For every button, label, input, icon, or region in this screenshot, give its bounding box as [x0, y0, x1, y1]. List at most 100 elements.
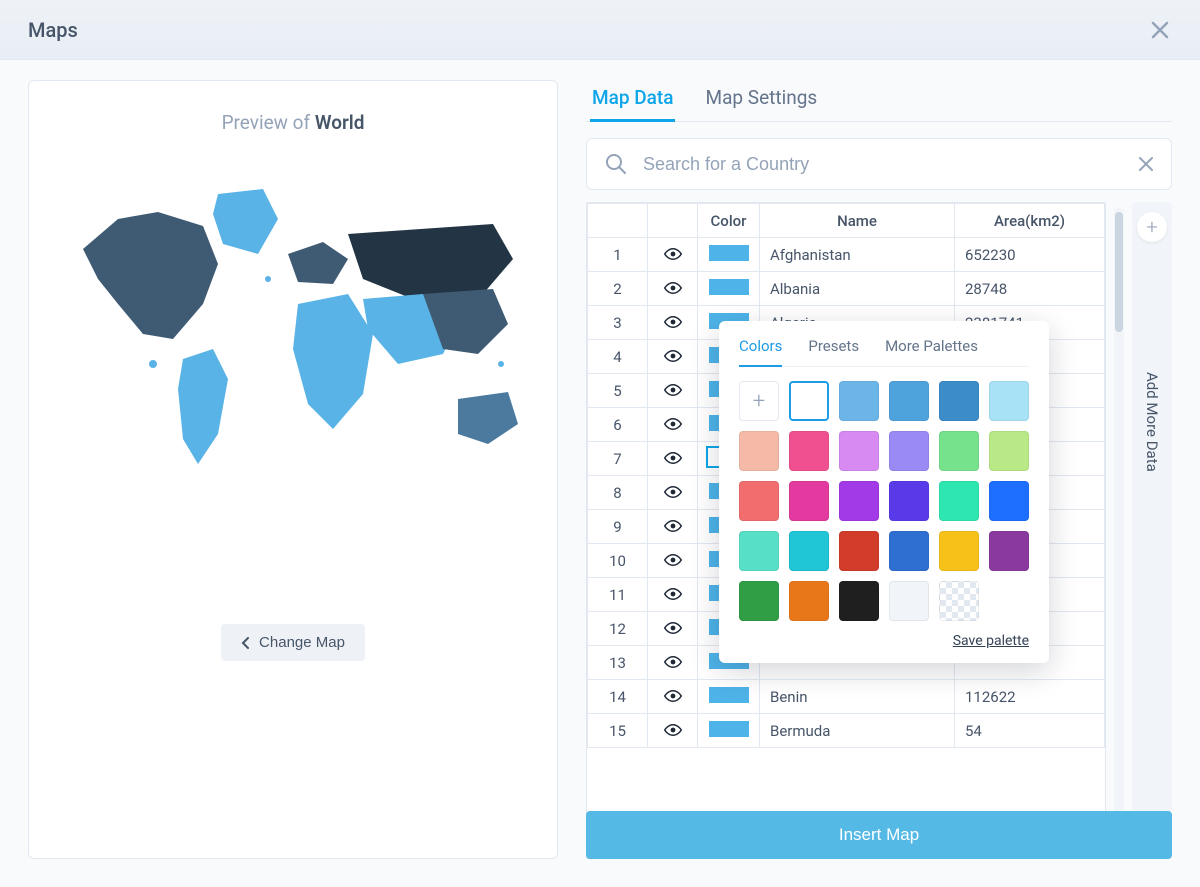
row-number: 10: [588, 544, 648, 578]
visibility-toggle[interactable]: [648, 544, 698, 578]
color-swatch[interactable]: [939, 381, 979, 421]
color-swatch[interactable]: [989, 381, 1029, 421]
color-swatch[interactable]: [989, 431, 1029, 471]
row-number: 3: [588, 306, 648, 340]
row-number: 1: [588, 238, 648, 272]
color-swatch[interactable]: [739, 581, 779, 621]
color-tab-presets[interactable]: Presets: [808, 333, 859, 367]
row-area[interactable]: 652230: [955, 238, 1105, 272]
color-tab-more[interactable]: More Palettes: [885, 333, 978, 367]
row-number: 2: [588, 272, 648, 306]
color-swatch[interactable]: [839, 431, 879, 471]
color-swatch[interactable]: [889, 531, 929, 571]
row-number: 7: [588, 442, 648, 476]
add-color-swatch[interactable]: +: [739, 381, 779, 421]
chevron-left-icon: [241, 637, 251, 649]
tab-map-settings[interactable]: Map Settings: [703, 80, 819, 122]
color-swatch[interactable]: [739, 431, 779, 471]
row-color-swatch[interactable]: [698, 714, 760, 748]
row-name[interactable]: Benin: [760, 680, 955, 714]
color-tab-colors[interactable]: Colors: [739, 333, 782, 367]
transparent-swatch[interactable]: [939, 581, 979, 621]
titlebar: Maps: [0, 0, 1200, 60]
row-color-swatch[interactable]: [698, 680, 760, 714]
color-swatch[interactable]: [839, 531, 879, 571]
preview-label-name: World: [315, 111, 365, 134]
preview-label-prefix: Preview of: [222, 111, 315, 134]
row-color-swatch[interactable]: [698, 272, 760, 306]
color-swatch[interactable]: [789, 531, 829, 571]
row-color-swatch[interactable]: [698, 238, 760, 272]
row-area[interactable]: 28748: [955, 272, 1105, 306]
color-swatch[interactable]: [889, 581, 929, 621]
visibility-toggle[interactable]: [648, 238, 698, 272]
save-palette-link[interactable]: Save palette: [739, 633, 1029, 649]
color-swatch[interactable]: [789, 581, 829, 621]
visibility-toggle[interactable]: [648, 714, 698, 748]
add-column-button[interactable]: +: [1137, 212, 1167, 242]
world-map-preview: [63, 164, 523, 484]
row-number: 13: [588, 646, 648, 680]
table-header-row: Color Name Area(km2): [588, 204, 1105, 238]
change-map-button[interactable]: Change Map: [221, 624, 365, 661]
row-name[interactable]: Albania: [760, 272, 955, 306]
preview-panel: Preview of World: [28, 80, 558, 859]
visibility-toggle[interactable]: [648, 680, 698, 714]
data-panel: Map Data Map Settings Color Na: [586, 80, 1172, 859]
color-swatch[interactable]: [889, 431, 929, 471]
tab-map-data[interactable]: Map Data: [590, 80, 675, 122]
visibility-toggle[interactable]: [648, 476, 698, 510]
table-row: 1 Afghanistan652230: [588, 238, 1105, 272]
clear-search-icon[interactable]: [1136, 154, 1156, 174]
visibility-toggle[interactable]: [648, 272, 698, 306]
color-swatch[interactable]: [939, 531, 979, 571]
row-name[interactable]: Afghanistan: [760, 238, 955, 272]
visibility-toggle[interactable]: [648, 408, 698, 442]
visibility-toggle[interactable]: [648, 374, 698, 408]
row-number: 14: [588, 680, 648, 714]
visibility-toggle[interactable]: [648, 510, 698, 544]
color-swatch[interactable]: [939, 481, 979, 521]
color-picker-popover: Colors Presets More Palettes + Save pale…: [719, 321, 1049, 663]
color-swatch[interactable]: [939, 431, 979, 471]
color-swatch[interactable]: [889, 381, 929, 421]
row-number: 6: [588, 408, 648, 442]
row-number: 9: [588, 510, 648, 544]
visibility-toggle[interactable]: [648, 578, 698, 612]
data-table: Color Name Area(km2) 1Afghanistan6522302…: [586, 202, 1106, 859]
preview-title: Preview of World: [222, 111, 365, 134]
color-swatch[interactable]: [789, 481, 829, 521]
color-swatch[interactable]: [789, 381, 829, 421]
search-input[interactable]: [586, 138, 1172, 190]
add-more-data-label: Add More Data: [1143, 372, 1161, 472]
table-row: 2 Albania28748: [588, 272, 1105, 306]
col-area[interactable]: Area(km2): [955, 204, 1105, 238]
visibility-toggle[interactable]: [648, 306, 698, 340]
insert-map-button[interactable]: Insert Map: [586, 811, 1172, 859]
color-swatch[interactable]: [839, 581, 879, 621]
vertical-scrollbar[interactable]: [1114, 208, 1124, 815]
row-name[interactable]: Bermuda: [760, 714, 955, 748]
visibility-toggle[interactable]: [648, 612, 698, 646]
color-swatch[interactable]: [889, 481, 929, 521]
color-swatch[interactable]: [789, 431, 829, 471]
col-color[interactable]: Color: [698, 204, 760, 238]
color-swatch[interactable]: [739, 481, 779, 521]
visibility-toggle[interactable]: [648, 340, 698, 374]
visibility-toggle[interactable]: [648, 646, 698, 680]
color-swatch[interactable]: [839, 481, 879, 521]
row-area[interactable]: 54: [955, 714, 1105, 748]
row-area[interactable]: 112622: [955, 680, 1105, 714]
color-swatch[interactable]: [989, 531, 1029, 571]
color-swatch[interactable]: [989, 481, 1029, 521]
table-row: 14 Benin112622: [588, 680, 1105, 714]
col-name[interactable]: Name: [760, 204, 955, 238]
change-map-label: Change Map: [259, 634, 345, 651]
close-icon[interactable]: [1148, 18, 1172, 42]
color-swatch[interactable]: [839, 381, 879, 421]
color-swatch[interactable]: [739, 531, 779, 571]
add-more-data-panel[interactable]: + Add More Data: [1132, 202, 1172, 815]
search-wrap: [586, 138, 1172, 190]
page-title: Maps: [28, 18, 78, 42]
visibility-toggle[interactable]: [648, 442, 698, 476]
